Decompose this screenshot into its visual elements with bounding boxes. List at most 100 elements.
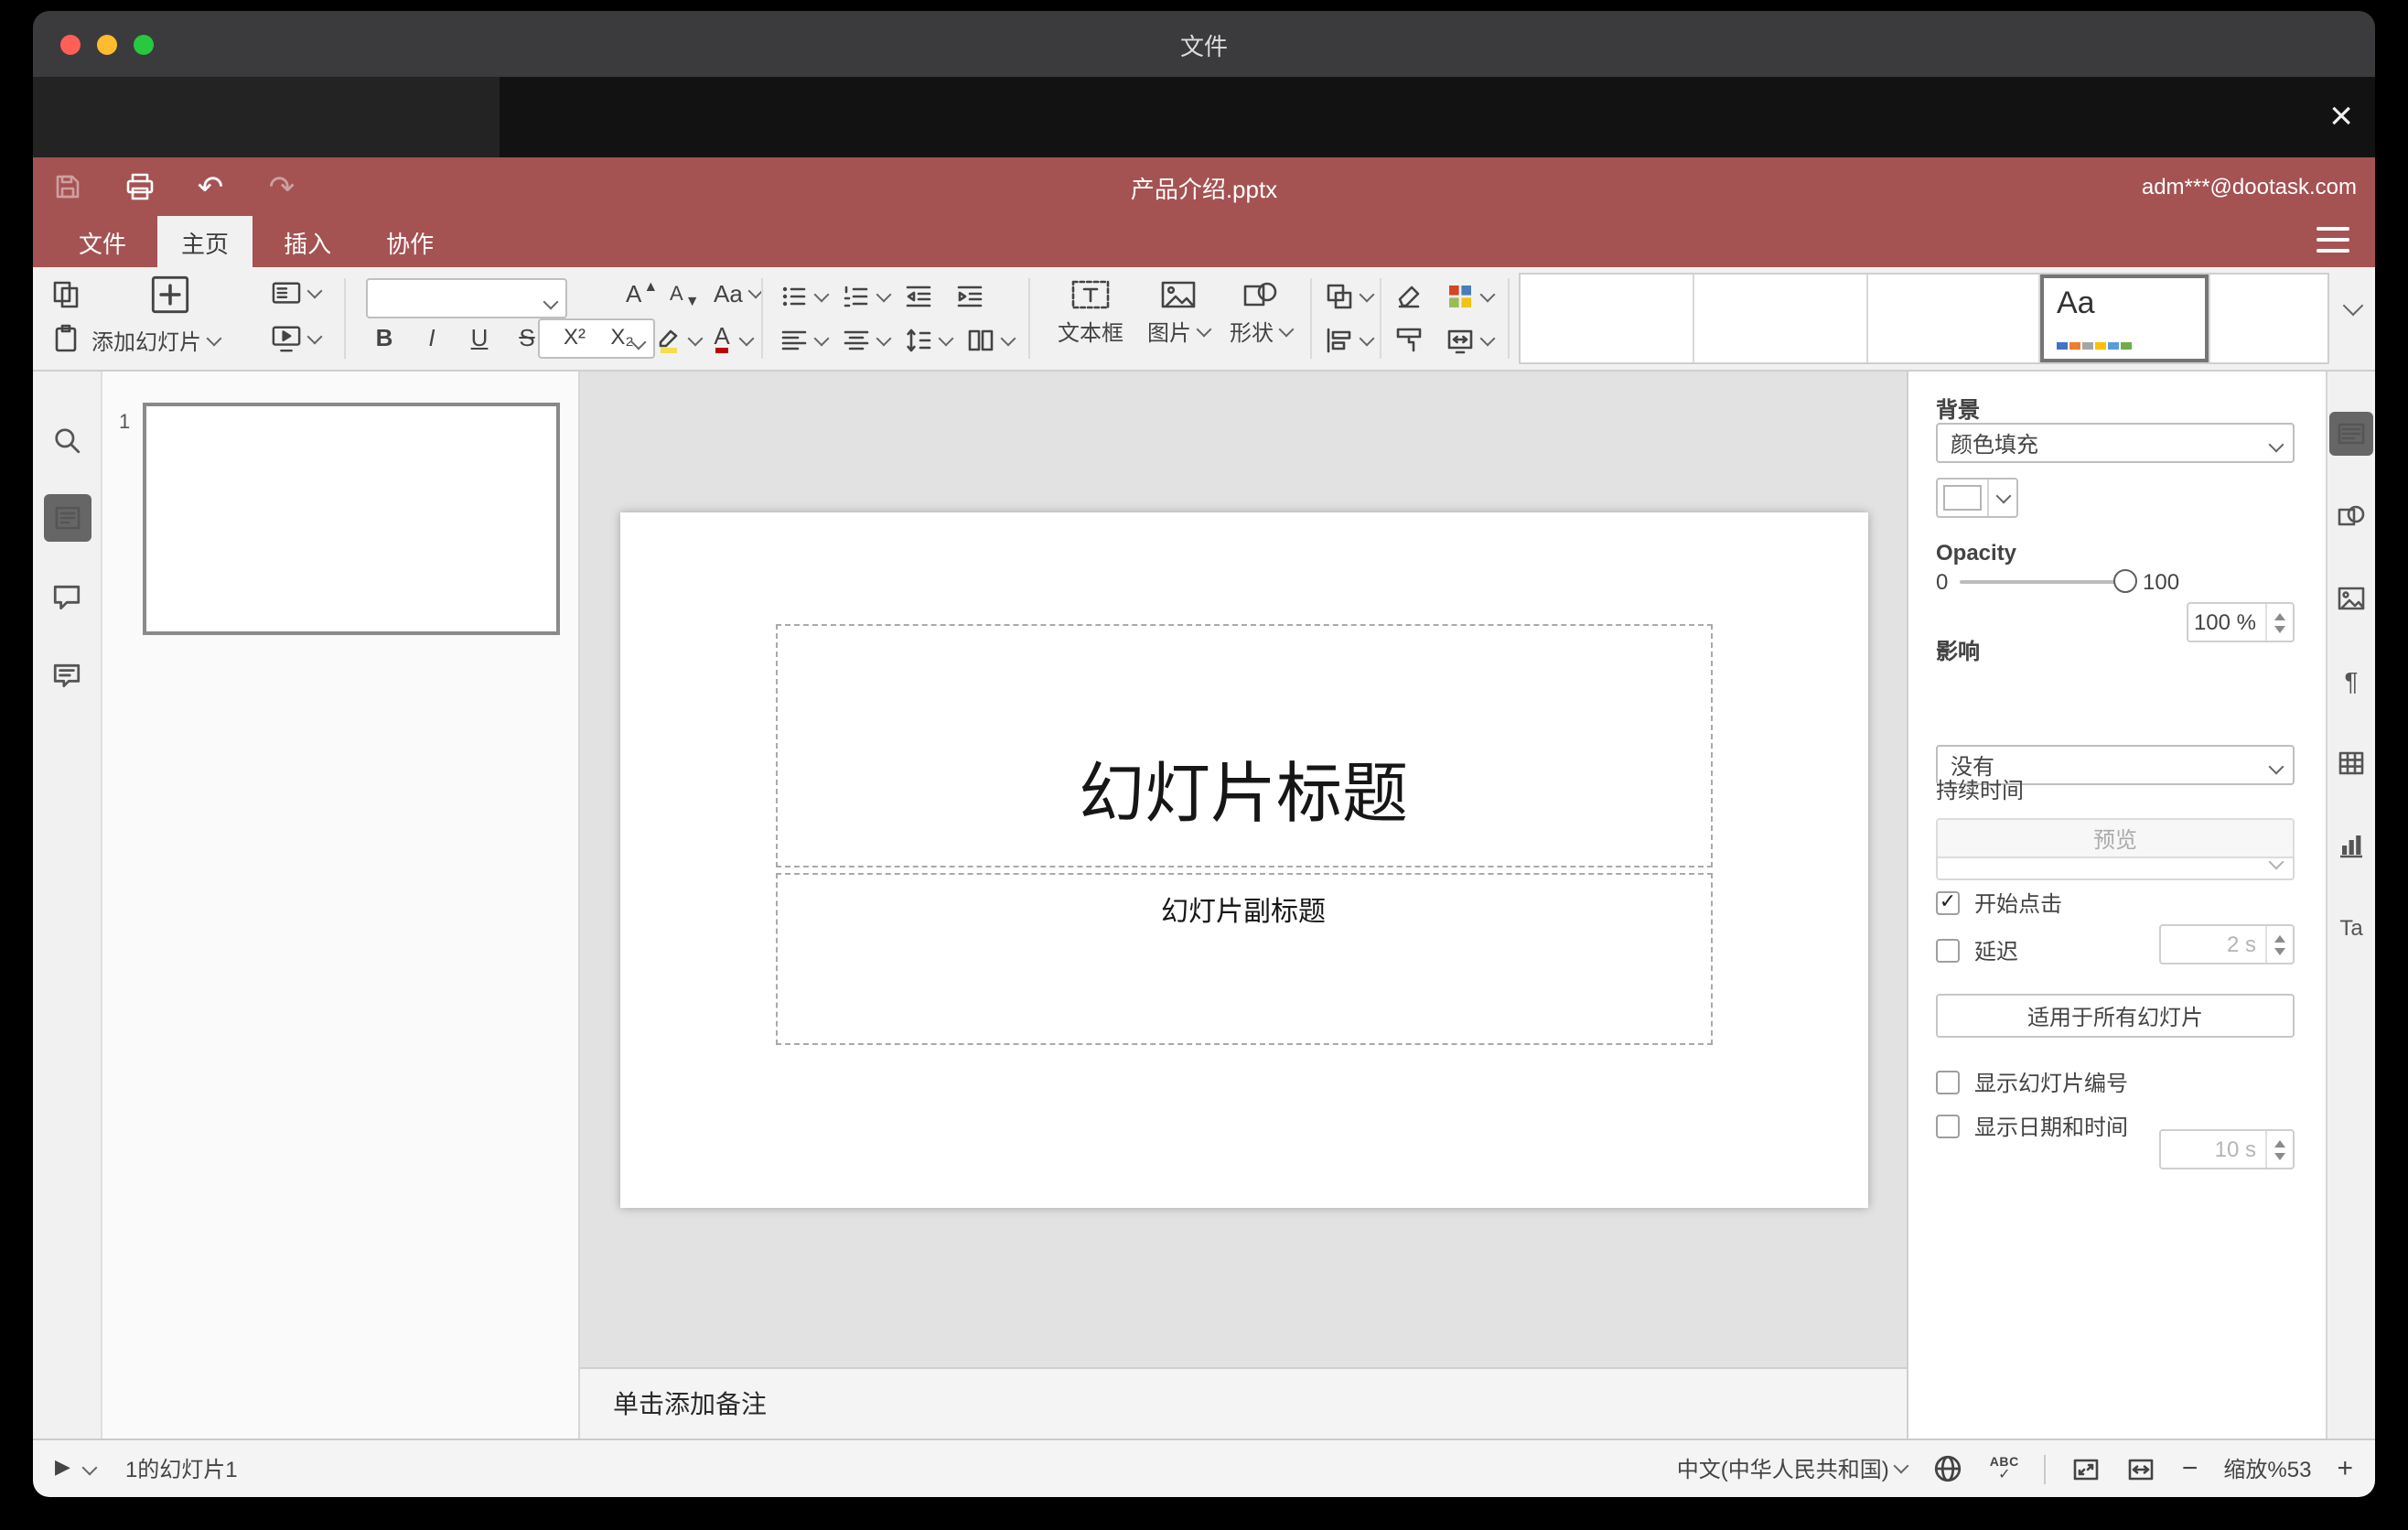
theme-option[interactable]: [1521, 275, 1694, 362]
slide-thumbnail[interactable]: [143, 403, 560, 635]
slides-panel-button[interactable]: [43, 494, 91, 542]
increase-font-button[interactable]: A ▲: [626, 278, 658, 306]
spellcheck-button[interactable]: ABC ✓: [1990, 1456, 2019, 1482]
close-window-button[interactable]: [60, 34, 81, 54]
duration-spinner[interactable]: 2 s: [2159, 924, 2295, 964]
tab-insert[interactable]: 插入: [260, 216, 355, 267]
opacity-slider-track[interactable]: [1960, 580, 2128, 584]
clear-style-button[interactable]: [1394, 282, 1424, 311]
font-color-button[interactable]: A: [710, 324, 755, 357]
italic-button[interactable]: I: [417, 326, 446, 350]
show-slide-number-row[interactable]: 显示幻灯片编号: [1936, 1067, 2128, 1098]
tab-collaboration[interactable]: 协作: [362, 216, 457, 267]
copy-button[interactable]: [51, 280, 81, 309]
increase-indent-button[interactable]: [955, 282, 984, 311]
set-language-button[interactable]: [1933, 1453, 1964, 1484]
zoom-window-button[interactable]: [134, 34, 154, 54]
arrange-shapes-button[interactable]: [1325, 282, 1375, 311]
fill-color-picker[interactable]: [1936, 478, 2018, 518]
vertical-align-button[interactable]: [842, 326, 892, 355]
language-selector[interactable]: 中文(中华人民共和国): [1677, 1453, 1910, 1484]
numbered-list-button[interactable]: [842, 282, 892, 311]
textart-settings-button[interactable]: Ta: [2329, 906, 2373, 950]
print-icon[interactable]: [123, 170, 156, 203]
theme-option-selected[interactable]: Aa: [2040, 275, 2210, 362]
tab-file[interactable]: 文件: [55, 216, 150, 267]
show-slide-number-checkbox[interactable]: [1936, 1071, 1960, 1094]
zoom-out-button[interactable]: −: [2182, 1455, 2198, 1482]
delay-checkbox[interactable]: [1936, 939, 1960, 963]
image-settings-button[interactable]: [2329, 576, 2373, 620]
insert-image-button[interactable]: 图片: [1138, 278, 1219, 348]
bullet-list-button[interactable]: [779, 282, 830, 311]
paste-button[interactable]: [51, 324, 81, 353]
slide-canvas[interactable]: 幻灯片标题 幻灯片副标题: [580, 372, 1907, 1367]
insert-shape-button[interactable]: 形状: [1222, 278, 1299, 348]
tab-home[interactable]: 主页: [157, 216, 253, 267]
comments-button[interactable]: [43, 573, 91, 620]
fit-slide-button[interactable]: [2072, 1454, 2102, 1483]
insert-textbox-button[interactable]: 文本框: [1050, 278, 1131, 348]
apply-to-all-button[interactable]: 适用于所有幻灯片: [1936, 994, 2295, 1038]
shape-settings-button[interactable]: [2329, 494, 2373, 538]
strikethrough-button[interactable]: S: [512, 326, 542, 350]
preview-button[interactable]: 预览: [1936, 818, 2295, 858]
line-spacing-button[interactable]: [904, 326, 954, 355]
theme-gallery-expand-button[interactable]: [2338, 295, 2364, 317]
add-slide-label-row[interactable]: 添加幻灯片: [91, 326, 222, 357]
table-settings-button[interactable]: [2329, 741, 2373, 785]
close-icon[interactable]: ×: [2329, 95, 2353, 136]
start-on-click-checkbox[interactable]: ✓: [1936, 891, 1960, 915]
start-slideshow-button[interactable]: [271, 324, 323, 353]
fill-color-dropdown[interactable]: [1987, 479, 2016, 516]
subtitle-placeholder[interactable]: 幻灯片副标题: [775, 873, 1712, 1045]
zoom-in-button[interactable]: +: [2337, 1455, 2353, 1482]
decrease-indent-button[interactable]: [904, 282, 933, 311]
notes-area[interactable]: 单击添加备注: [580, 1367, 1907, 1438]
spinner-arrows[interactable]: [2265, 926, 2293, 963]
superscript-button[interactable]: X²: [556, 326, 593, 348]
chart-settings-button[interactable]: [2329, 824, 2373, 867]
theme-option[interactable]: [1694, 275, 1868, 362]
fit-width-button[interactable]: [2127, 1454, 2156, 1483]
save-icon[interactable]: [51, 170, 84, 203]
slide-size-button[interactable]: [1446, 326, 1496, 355]
delay-spinner[interactable]: 10 s: [2159, 1129, 2295, 1169]
search-button[interactable]: [43, 415, 91, 463]
bold-button[interactable]: B: [370, 326, 399, 350]
columns-button[interactable]: [966, 326, 1016, 355]
slide-layout-button[interactable]: [271, 280, 323, 307]
decrease-font-button[interactable]: A ▼: [670, 282, 700, 309]
theme-option[interactable]: [2210, 275, 2327, 362]
minimize-window-button[interactable]: [97, 34, 117, 54]
title-placeholder[interactable]: 幻灯片标题: [775, 624, 1712, 867]
chat-button[interactable]: [43, 652, 91, 699]
subscript-button[interactable]: X₂: [604, 326, 640, 348]
color-scheme-button[interactable]: [1446, 282, 1496, 311]
horizontal-align-button[interactable]: [779, 326, 830, 355]
underline-button[interactable]: U: [465, 326, 494, 350]
show-datetime-row[interactable]: 显示日期和时间: [1936, 1111, 2128, 1142]
font-name-combo[interactable]: [366, 278, 567, 318]
redo-icon[interactable]: ↷: [265, 170, 298, 203]
opacity-slider-knob[interactable]: [2113, 569, 2137, 593]
change-case-button[interactable]: Aa: [714, 282, 764, 306]
slide[interactable]: 幻灯片标题 幻灯片副标题: [619, 512, 1867, 1208]
spinner-arrows[interactable]: [2265, 604, 2293, 641]
copy-style-button[interactable]: [1394, 326, 1424, 355]
menu-icon[interactable]: [2317, 227, 2349, 253]
theme-option[interactable]: [1868, 275, 2040, 362]
start-on-click-row[interactable]: ✓ 开始点击: [1936, 888, 2062, 919]
fill-type-select[interactable]: 颜色填充: [1936, 423, 2295, 463]
slide-title-text[interactable]: 幻灯片标题: [777, 741, 1710, 836]
add-slide-button[interactable]: [150, 275, 190, 315]
opacity-spinner[interactable]: 100 %: [2187, 602, 2295, 642]
slide-subtitle-text[interactable]: 幻灯片副标题: [777, 891, 1710, 930]
align-shapes-button[interactable]: [1325, 326, 1375, 355]
undo-icon[interactable]: ↶: [194, 170, 227, 203]
spinner-arrows[interactable]: [2265, 1131, 2293, 1168]
slide-settings-button[interactable]: [2329, 412, 2373, 456]
highlight-color-button[interactable]: [655, 324, 704, 357]
paragraph-settings-button[interactable]: ¶: [2329, 659, 2373, 703]
chevron-down-icon[interactable]: [82, 1459, 99, 1475]
